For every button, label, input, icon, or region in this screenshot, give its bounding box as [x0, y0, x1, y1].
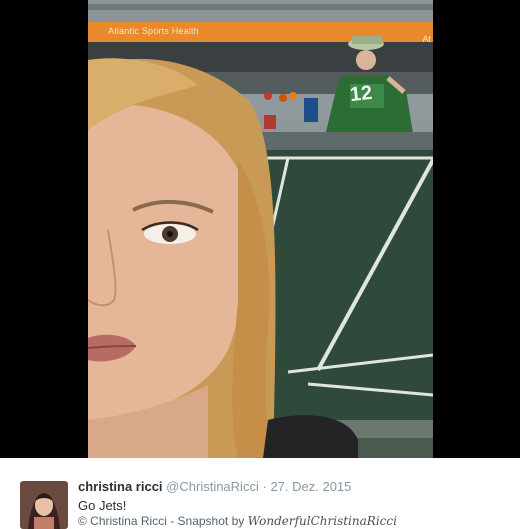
jersey-number: 12 — [348, 81, 374, 107]
author-display-name[interactable]: christina ricci — [78, 479, 163, 494]
tweet-date-link[interactable]: 27. Dez. 2015 — [270, 479, 351, 494]
photo-credit: © Christina Ricci - Snapshot by Wonderfu… — [78, 514, 397, 529]
credit-prefix: © Christina Ricci - Snapshot by — [78, 514, 245, 528]
meta-separator: · — [262, 479, 267, 494]
stadium-banner-text-right: At — [422, 34, 431, 44]
photo-frame: Atlantic Sports Health At 12 — [0, 0, 520, 458]
avatar[interactable] — [20, 481, 68, 529]
tweet-photo[interactable]: Atlantic Sports Health At 12 — [88, 0, 433, 458]
tweet-header: christina ricci @ChristinaRicci · 27. De… — [78, 479, 351, 495]
credit-signature: WonderfulChristinaRicci — [247, 514, 397, 528]
stadium-banner-text: Atlantic Sports Health — [108, 26, 199, 36]
author-handle[interactable]: @ChristinaRicci — [166, 479, 259, 494]
stadium-selfie-illustration — [88, 0, 433, 458]
profile-photo-icon — [20, 481, 68, 529]
tweet-text: Go Jets! — [78, 498, 127, 513]
